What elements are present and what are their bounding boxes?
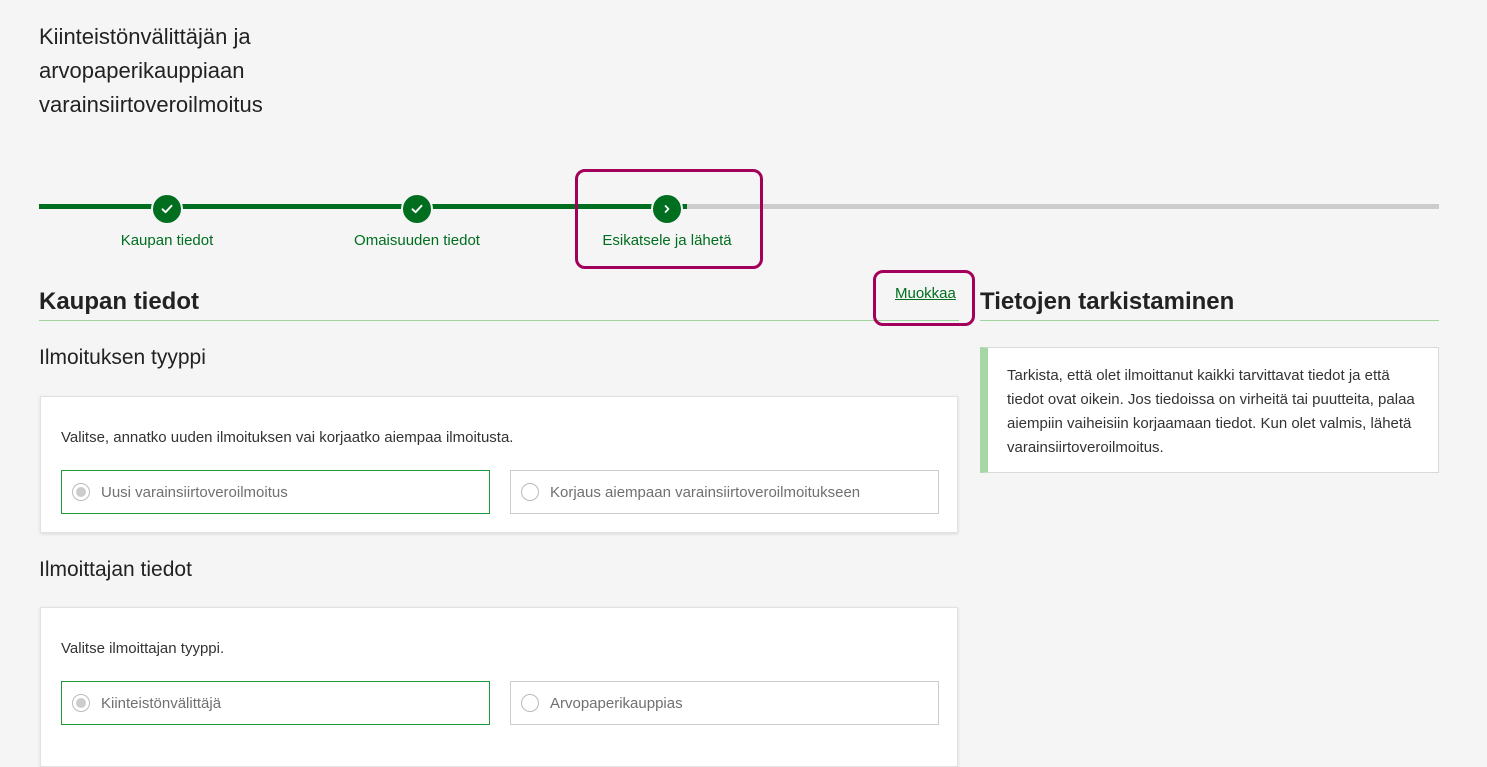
radio-label: Uusi varainsiirtoveroilmoitus — [101, 483, 288, 501]
info-box: Tarkista, että olet ilmoittanut kaikki t… — [980, 347, 1439, 473]
step-1-indicator[interactable] — [151, 193, 183, 225]
reporter-card: Valitse ilmoittajan tyyppi. Kiinteistönv… — [40, 607, 958, 767]
page-title: Kiinteistönvälittäjän ja arvopaperikaupp… — [39, 20, 339, 122]
sidebar-divider — [980, 320, 1439, 321]
radio-label: Kiinteistönvälittäjä — [101, 694, 222, 712]
section-divider — [39, 320, 959, 321]
page-title-line-2: arvopaperikauppiaan — [39, 58, 245, 83]
check-icon — [161, 204, 173, 214]
radio-circle[interactable] — [72, 694, 90, 712]
notification-type-prompt: Valitse, annatko uuden ilmoituksen vai k… — [61, 429, 514, 446]
reporter-heading: Ilmoittajan tiedot — [39, 558, 192, 581]
step-2-label[interactable]: Omaisuuden tiedot — [354, 232, 480, 249]
radio-circle[interactable] — [521, 694, 539, 712]
radio-real-estate-agent[interactable]: Kiinteistönvälittäjä — [61, 681, 490, 725]
stepper-track-remaining — [687, 204, 1439, 209]
step-1-label[interactable]: Kaupan tiedot — [121, 232, 214, 249]
current-step-highlight — [575, 169, 763, 269]
radio-new-notification[interactable]: Uusi varainsiirtoveroilmoitus — [61, 470, 490, 514]
radio-label: Korjaus aiempaan varainsiirtoveroilmoitu… — [550, 483, 861, 501]
page-title-line-1: Kiinteistönvälittäjän ja — [39, 24, 251, 49]
section-title: Kaupan tiedot — [39, 288, 199, 315]
reporter-prompt: Valitse ilmoittajan tyyppi. — [61, 640, 225, 657]
radio-circle[interactable] — [72, 483, 90, 501]
page-title-line-3: varainsiirtoveroilmoitus — [39, 92, 263, 117]
check-icon — [411, 204, 423, 214]
notification-type-card: Valitse, annatko uuden ilmoituksen vai k… — [40, 396, 958, 533]
sidebar-title: Tietojen tarkistaminen — [980, 288, 1235, 315]
radio-correction[interactable]: Korjaus aiempaan varainsiirtoveroilmoitu… — [510, 470, 939, 514]
radio-securities-dealer[interactable]: Arvopaperikauppias — [510, 681, 939, 725]
info-text: Tarkista, että olet ilmoittanut kaikki t… — [1007, 367, 1415, 456]
radio-label: Arvopaperikauppias — [550, 694, 683, 712]
notification-type-heading: Ilmoituksen tyyppi — [39, 346, 206, 369]
radio-circle[interactable] — [521, 483, 539, 501]
step-2-indicator[interactable] — [401, 193, 433, 225]
edit-link-highlight — [873, 270, 975, 326]
